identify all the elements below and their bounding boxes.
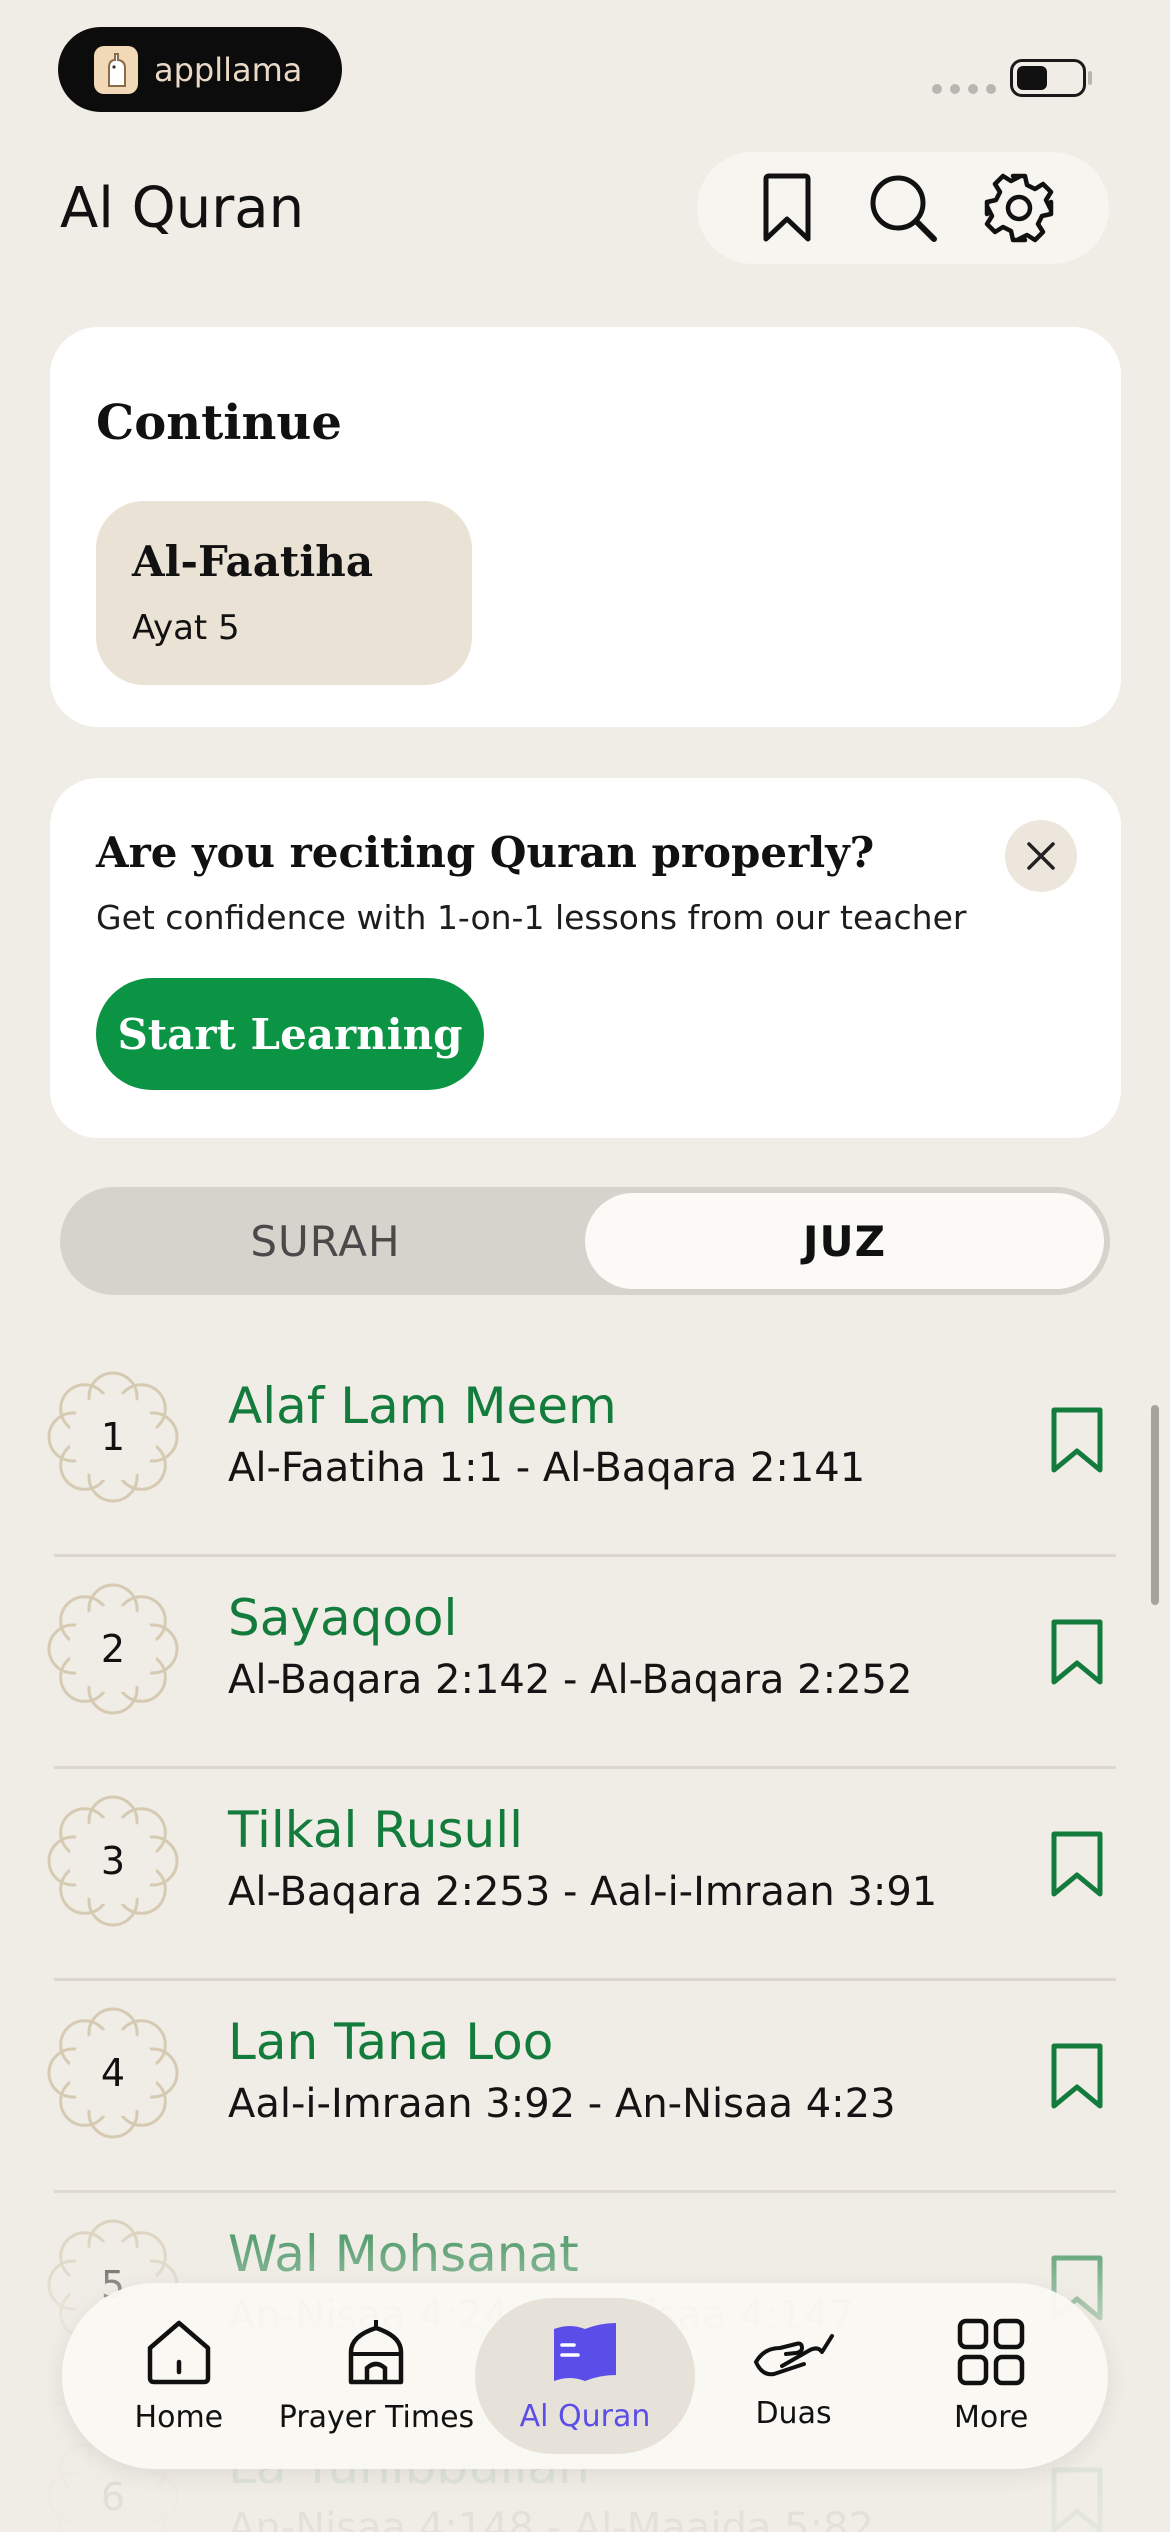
scrollbar[interactable]	[1151, 1405, 1159, 1605]
promo-subtitle: Get confidence with 1-on-1 lessons from …	[96, 898, 967, 937]
tab-more[interactable]: More	[892, 2298, 1090, 2454]
search-button[interactable]	[863, 168, 943, 248]
close-icon	[1027, 842, 1055, 870]
settings-button[interactable]	[979, 168, 1059, 248]
juz-number: 3	[100, 1839, 126, 1883]
juz-number: 4	[100, 2051, 126, 2095]
juz-bookmark-button[interactable]	[1046, 1829, 1108, 1899]
juz-range: Aal-i-Imraan 3:92 - An-Nisaa 4:23	[228, 2081, 896, 2127]
juz-range: Al-Baqara 2:253 - Aal-i-Imraan 3:91	[228, 1869, 938, 1915]
battery-icon	[1010, 59, 1086, 97]
tab-prayer-times-label: Prayer Times	[278, 2399, 475, 2435]
juz-name: Lan Tana Loo	[228, 2013, 554, 2071]
juz-row[interactable]: 4 Lan Tana Loo Aal-i-Imraan 3:92 - An-Nisa…	[0, 1981, 1170, 2193]
bookmark-button[interactable]	[747, 168, 827, 248]
juz-range: Al-Faatiha 1:1 - Al-Baqara 2:141	[228, 1445, 866, 1491]
juz-range: Al-Baqara 2:142 - Al-Baqara 2:252	[228, 1657, 913, 1703]
tab-al-quran[interactable]: Al Quran	[475, 2298, 695, 2454]
tab-home[interactable]: Home	[80, 2298, 278, 2454]
surah-juz-toggle: SURAH JUZ	[60, 1187, 1110, 1295]
continue-ayat: Ayat 5	[132, 608, 240, 648]
juz-number: 1	[100, 1415, 126, 1459]
status-pill: appllama	[58, 27, 342, 112]
praying-hands-icon	[753, 2333, 834, 2376]
book-icon	[554, 2322, 616, 2381]
bookmark-icon	[1051, 2043, 1103, 2109]
juz-number: 2	[100, 1627, 126, 1671]
bookmark-icon	[1051, 1831, 1103, 1897]
start-learning-button[interactable]: Start Learning	[96, 978, 484, 1090]
juz-number-badge: 4	[46, 2006, 180, 2140]
llama-icon	[94, 45, 138, 94]
tab-al-quran-label: Al Quran	[519, 2398, 651, 2434]
juz-name: Tilkal Rusull	[228, 1801, 523, 1859]
brand-name: appllama	[154, 50, 303, 89]
juz-number-badge: 3	[46, 1794, 180, 1928]
juz-number-badge: 2	[46, 1582, 180, 1716]
signal-dots	[932, 84, 996, 94]
juz-row[interactable]: 3 Tilkal Rusull Al-Baqara 2:253 - Aal-i-Im…	[0, 1769, 1170, 1981]
home-icon	[147, 2320, 211, 2384]
bookmark-icon	[1051, 1619, 1103, 1685]
tab-more-label: More	[954, 2399, 1029, 2435]
bookmark-icon	[1051, 1407, 1103, 1473]
bookmark-icon	[763, 173, 811, 242]
juz-name: Sayaqool	[228, 1589, 458, 1647]
juz-bookmark-button[interactable]	[1046, 2041, 1108, 2111]
grid-icon	[957, 2318, 1025, 2385]
battery-cap	[1088, 71, 1092, 85]
continue-title: Continue	[96, 395, 342, 451]
promo-title: Are you reciting Quran properly?	[96, 828, 875, 877]
search-icon	[870, 175, 937, 242]
juz-row[interactable]: 2 Sayaqool Al-Baqara 2:142 - Al-Baqara 2:2…	[0, 1557, 1170, 1769]
header-actions	[697, 152, 1109, 264]
close-promo-button[interactable]	[1005, 820, 1077, 892]
continue-reading-chip[interactable]: Al-Faatiha Ayat 5	[96, 501, 472, 685]
juz-bookmark-button[interactable]	[1046, 1405, 1108, 1475]
page-title: Al Quran	[60, 176, 305, 241]
juz-number-badge: 1	[46, 1370, 180, 1504]
tab-surah[interactable]: SURAH	[66, 1193, 585, 1289]
tab-home-label: Home	[134, 2399, 224, 2435]
juz-row[interactable]: 1 Alaf Lam Meem Al-Faatiha 1:1 - Al-Baqara…	[0, 1345, 1170, 1557]
tab-juz[interactable]: JUZ	[585, 1193, 1104, 1289]
promo-card: Are you reciting Quran properly? Get con…	[50, 778, 1121, 1138]
juz-bookmark-button[interactable]	[1046, 1617, 1108, 1687]
mosque-icon	[349, 2319, 404, 2384]
tab-duas[interactable]: Duas	[695, 2298, 893, 2454]
continue-card: Continue Al-Faatiha Ayat 5	[50, 327, 1121, 727]
tab-duas-label: Duas	[755, 2395, 832, 2431]
tab-prayer-times[interactable]: Prayer Times	[278, 2298, 476, 2454]
bottom-tab-bar: Home Prayer Times Al Quran Duas More	[62, 2283, 1108, 2469]
juz-name: Alaf Lam Meem	[228, 1377, 617, 1435]
gear-icon	[984, 173, 1054, 243]
continue-surah: Al-Faatiha	[132, 537, 374, 586]
